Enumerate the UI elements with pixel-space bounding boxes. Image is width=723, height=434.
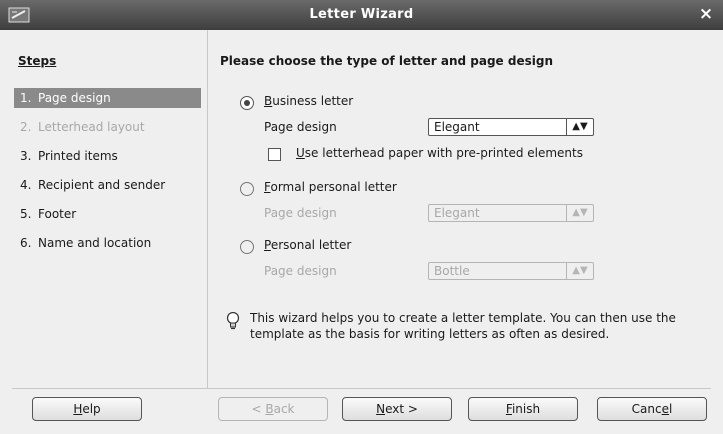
step-number: 5. — [20, 207, 32, 221]
help-button[interactable]: Help — [32, 397, 142, 421]
step-letterhead-layout[interactable]: 2. Letterhead layout — [14, 117, 201, 137]
step-label: Recipient and sender — [38, 178, 166, 192]
business-letter-label[interactable]: Business letter — [264, 94, 353, 108]
letter-wizard-window: Letter Wizard × Steps 1. Page design 2. Le… — [0, 0, 723, 434]
steps-pane: Steps 1. Page design 2. Letterhead layout … — [12, 30, 208, 388]
business-letter-radio[interactable] — [240, 96, 254, 110]
window-title: Letter Wizard — [309, 7, 414, 22]
info-text: This wizard helps you to create a letter… — [250, 311, 676, 341]
bottom-separator — [12, 388, 711, 389]
cancel-button[interactable]: Cancel — [597, 397, 707, 421]
step-label: Footer — [38, 207, 77, 221]
formal-page-design-select[interactable]: Elegant ▲▼ — [428, 204, 594, 222]
step-number: 6. — [20, 236, 32, 250]
personal-letter-radio[interactable] — [240, 240, 254, 254]
step-label: Page design — [38, 91, 111, 105]
letterhead-paper-label[interactable]: Use letterhead paper with pre-printed el… — [296, 146, 583, 160]
business-page-design-select[interactable]: Elegant ▲▼ — [428, 118, 594, 136]
select-value: Elegant — [434, 206, 480, 220]
formal-letter-label[interactable]: Formal personal letter — [264, 180, 397, 194]
select-value: Bottle — [434, 264, 470, 278]
select-value: Elegant — [434, 120, 480, 134]
formal-page-design-label: Page design — [264, 206, 337, 220]
formal-letter-radio[interactable] — [240, 182, 254, 196]
step-label: Printed items — [38, 149, 118, 163]
steps-heading: Steps — [18, 54, 57, 68]
spin-arrows-icon: ▲▼ — [566, 119, 593, 135]
step-number: 3. — [20, 149, 32, 163]
step-number: 1. — [20, 91, 32, 105]
step-page-design[interactable]: 1. Page design — [14, 88, 201, 108]
step-name-and-location[interactable]: 6. Name and location — [14, 233, 201, 253]
title-bar: Letter Wizard × — [0, 0, 723, 30]
personal-letter-label[interactable]: Personal letter — [264, 238, 351, 252]
step-label: Letterhead layout — [38, 120, 145, 134]
step-label: Name and location — [38, 236, 152, 250]
close-icon[interactable]: × — [697, 4, 715, 24]
page-heading: Please choose the type of letter and pag… — [220, 54, 553, 68]
step-recipient-and-sender[interactable]: 4. Recipient and sender — [14, 175, 201, 195]
back-button[interactable]: < Back — [218, 397, 328, 421]
personal-page-design-select[interactable]: Bottle ▲▼ — [428, 262, 594, 280]
letterhead-paper-checkbox[interactable] — [268, 148, 281, 161]
lightbulb-icon — [226, 312, 240, 330]
step-number: 4. — [20, 178, 32, 192]
personal-page-design-label: Page design — [264, 264, 337, 278]
spin-arrows-icon: ▲▼ — [566, 263, 593, 279]
content-pane: Please choose the type of letter and pag… — [220, 30, 715, 388]
spin-arrows-icon: ▲▼ — [566, 205, 593, 221]
next-button[interactable]: Next > — [342, 397, 452, 421]
step-footer[interactable]: 5. Footer — [14, 204, 201, 224]
business-page-design-label: Page design — [264, 120, 337, 134]
step-printed-items[interactable]: 3. Printed items — [14, 146, 201, 166]
finish-button[interactable]: Finish — [468, 397, 578, 421]
step-number: 2. — [20, 120, 32, 134]
